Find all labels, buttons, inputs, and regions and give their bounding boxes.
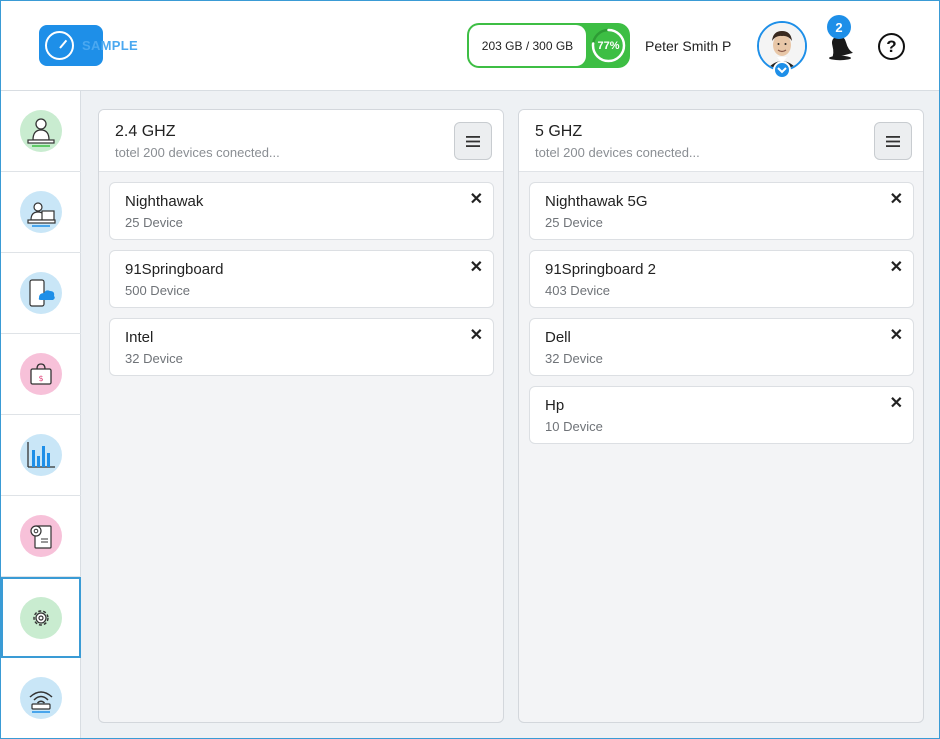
band-panel-5ghz: 5 GHZ totel 200 devices conected... Nigh… (518, 109, 924, 723)
sidebar-item-user[interactable] (1, 91, 81, 172)
notification-badge: 2 (827, 15, 851, 39)
user-laptop-icon (20, 110, 62, 152)
device-count: 500 Device (125, 283, 191, 298)
hamburger-icon (466, 135, 480, 147)
network-name: Intel (125, 329, 154, 346)
svg-text:$: $ (38, 374, 43, 383)
panel-header: 5 GHZ totel 200 devices conected... (519, 110, 923, 172)
close-icon[interactable]: ✕ (890, 257, 903, 277)
device-count: 25 Device (125, 215, 183, 230)
network-name: Nighthawak (125, 193, 204, 210)
network-name: 91Springboard 2 (545, 261, 656, 278)
network-card[interactable]: Dell 32 Device ✕ (529, 318, 914, 376)
sidebar-item-shopping[interactable]: $ (1, 334, 81, 415)
network-name: 91Springboard (125, 261, 224, 278)
network-card[interactable]: Intel 32 Device ✕ (109, 318, 494, 376)
main-content: 2.4 GHZ totel 200 devices conected... Ni… (81, 91, 939, 738)
device-count: 32 Device (545, 351, 603, 366)
sidebar-item-wifi[interactable] (1, 658, 81, 738)
network-card[interactable]: Nighthawak 5G 25 Device ✕ (529, 182, 914, 240)
storage-percent: 77% (597, 39, 620, 52)
close-icon[interactable]: ✕ (470, 189, 483, 209)
network-card[interactable]: Nighthawak 25 Device ✕ (109, 182, 494, 240)
logo-text: SAMPLE (82, 38, 138, 53)
app-frame: SAMPLE 203 GB / 300 GB 77% Peter Smith P (0, 0, 940, 739)
help-button[interactable]: ? (878, 33, 905, 60)
close-icon[interactable]: ✕ (890, 393, 903, 413)
hamburger-icon (886, 135, 900, 147)
device-count: 32 Device (125, 351, 183, 366)
storage-label: 203 GB / 300 GB (469, 25, 586, 66)
wifi-router-icon (20, 677, 62, 719)
network-card[interactable]: Hp 10 Device ✕ (529, 386, 914, 444)
avatar-dropdown-icon[interactable] (773, 61, 791, 79)
device-count: 25 Device (545, 215, 603, 230)
network-card[interactable]: 91Springboard 500 Device ✕ (109, 250, 494, 308)
gear-icon (20, 596, 62, 639)
close-icon[interactable]: ✕ (890, 189, 903, 209)
sidebar-item-analytics[interactable] (1, 415, 81, 496)
sidebar-item-settings[interactable] (1, 577, 81, 658)
close-icon[interactable]: ✕ (890, 325, 903, 345)
network-name: Nighthawak 5G (545, 193, 648, 210)
sidebar: $ (1, 91, 81, 738)
panel-title: 5 GHZ (535, 123, 583, 140)
settings-document-icon (20, 515, 62, 557)
panel-menu-button[interactable] (454, 122, 492, 160)
device-count: 10 Device (545, 419, 603, 434)
top-header: SAMPLE 203 GB / 300 GB 77% Peter Smith P (1, 1, 939, 91)
shopping-bag-icon: $ (20, 353, 62, 395)
network-name: Hp (545, 397, 565, 414)
users-laptop-icon (20, 191, 62, 233)
sidebar-item-users[interactable] (1, 172, 81, 253)
panel-subtitle: totel 200 devices conected... (535, 145, 700, 160)
panel-title: 2.4 GHZ (115, 123, 176, 140)
network-card[interactable]: 91Springboard 2 403 Device ✕ (529, 250, 914, 308)
close-icon[interactable]: ✕ (470, 325, 483, 345)
close-icon[interactable]: ✕ (470, 257, 483, 277)
device-count: 403 Device (545, 283, 611, 298)
sidebar-item-mobile-cloud[interactable] (1, 253, 81, 334)
bar-chart-icon (20, 434, 62, 476)
panel-menu-button[interactable] (874, 122, 912, 160)
panel-subtitle: totel 200 devices conected... (115, 145, 280, 160)
band-panel-2-4ghz: 2.4 GHZ totel 200 devices conected... Ni… (98, 109, 504, 723)
network-name: Dell (545, 329, 571, 346)
sidebar-item-settings-doc[interactable] (1, 496, 81, 577)
user-name: Peter Smith P (645, 38, 732, 54)
storage-indicator[interactable]: 203 GB / 300 GB 77% (467, 23, 630, 68)
speedometer-icon (45, 31, 74, 60)
mobile-cloud-icon (20, 272, 62, 314)
panel-header: 2.4 GHZ totel 200 devices conected... (99, 110, 503, 172)
